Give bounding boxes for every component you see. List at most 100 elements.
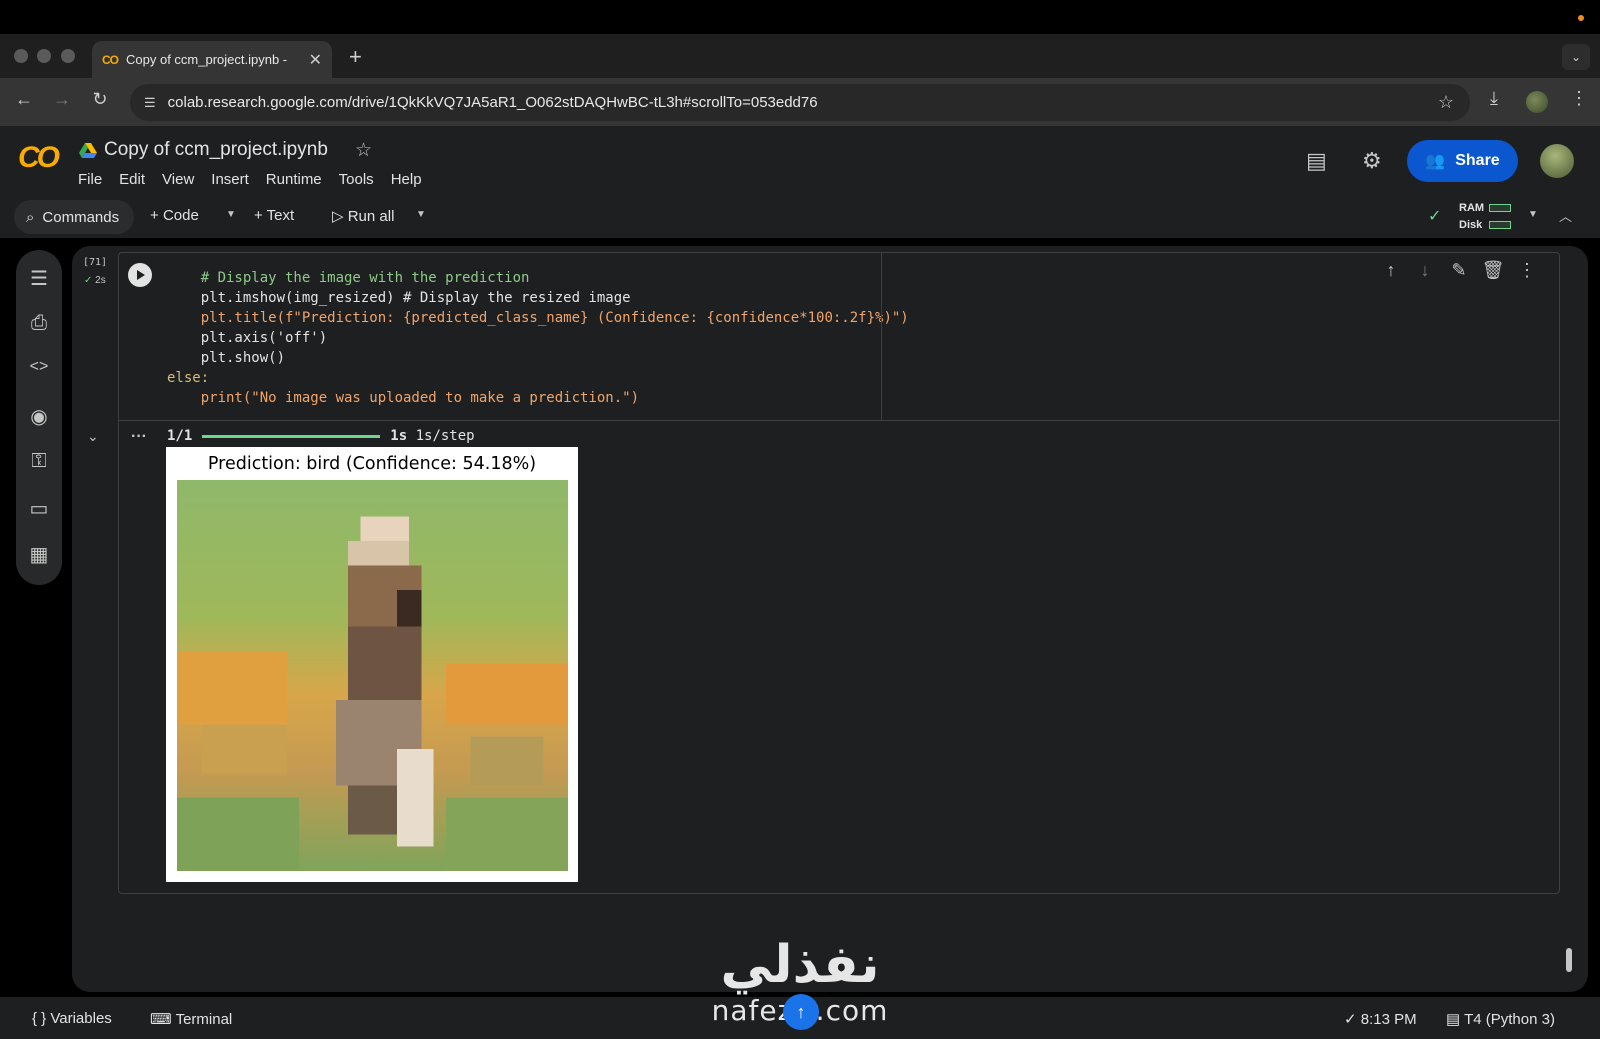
menu-insert[interactable]: Insert xyxy=(211,171,249,188)
output-actions-icon[interactable]: ··· xyxy=(131,428,147,446)
run-all-label: Run all xyxy=(347,208,395,225)
browser-profile-avatar[interactable] xyxy=(1526,91,1548,113)
move-cell-up-icon[interactable]: ↑ xyxy=(1379,260,1403,281)
disk-label: Disk xyxy=(1459,219,1483,231)
share-label: Share xyxy=(1455,152,1500,169)
run-all-dropdown-icon[interactable]: ▼ xyxy=(416,209,426,220)
disk-usage-bar[interactable] xyxy=(1489,221,1511,229)
commands-button[interactable]: ⌕ Commands xyxy=(14,200,134,234)
table-of-contents-icon[interactable]: ☰ xyxy=(16,266,62,291)
notebook-scrollbar[interactable] xyxy=(1566,948,1572,972)
collapse-output-icon[interactable]: ⌄ xyxy=(87,428,99,445)
recording-indicator xyxy=(1578,15,1584,21)
star-notebook-icon[interactable]: ☆ xyxy=(355,139,372,162)
google-drive-icon xyxy=(79,143,97,158)
resources-dropdown-icon[interactable]: ▼ xyxy=(1528,209,1538,220)
add-code-button[interactable]: + Code xyxy=(150,207,199,224)
site-settings-icon[interactable]: ☰ xyxy=(144,95,156,111)
key-icon[interactable]: ⚿ xyxy=(16,450,62,473)
people-icon: 👥 xyxy=(1425,153,1446,170)
last-run-time: 8:13 PM xyxy=(1360,1011,1417,1028)
find-replace-icon[interactable]: ⎙ xyxy=(16,312,62,335)
ram-label: RAM xyxy=(1459,202,1485,214)
add-text-label: Text xyxy=(266,207,295,224)
cell-more-icon[interactable]: ⋮ xyxy=(1515,260,1539,281)
menu-file[interactable]: File xyxy=(78,171,102,188)
window-zoom-button[interactable] xyxy=(61,49,75,63)
execution-count: [71] xyxy=(83,257,108,268)
ram-usage-bar[interactable] xyxy=(1489,204,1511,212)
runtime-status[interactable]: ▤ T4 (Python 3) xyxy=(1446,1010,1555,1028)
colab-logo[interactable]: CO xyxy=(18,141,60,175)
commands-label: Commands xyxy=(42,208,120,226)
variables-icon: { } xyxy=(32,1010,47,1027)
colab-favicon-icon: CO xyxy=(102,52,119,67)
os-menu-bar xyxy=(0,0,1600,34)
window-minimize-button[interactable] xyxy=(37,49,51,63)
code-snippets-icon[interactable]: <> xyxy=(16,358,62,376)
code-line-5: plt.show() xyxy=(167,350,286,366)
files-folder-icon[interactable]: ▭ xyxy=(16,496,62,521)
search-icon: ⌕ xyxy=(26,208,35,226)
progress-rate: 1s/step xyxy=(415,428,475,444)
address-bar[interactable]: ☰ colab.research.google.com/drive/1QkKkV… xyxy=(130,84,1470,121)
browser-tab[interactable]: CO Copy of ccm_project.ipynb - ✕ xyxy=(92,41,332,78)
terminal-icon: ⌨ xyxy=(150,1011,172,1028)
menu-bar: File Edit View Insert Runtime Tools Help xyxy=(78,171,439,188)
menu-runtime[interactable]: Runtime xyxy=(266,171,322,188)
collapse-header-icon[interactable]: ︿ xyxy=(1559,206,1572,225)
data-table-icon[interactable]: ▦ xyxy=(16,542,62,567)
last-run-status[interactable]: ✓ 8:13 PM xyxy=(1344,1010,1417,1028)
progress-time: 1s xyxy=(390,428,408,444)
code-line-4: plt.axis('off') xyxy=(167,330,328,346)
share-button[interactable]: 👥 Share xyxy=(1407,140,1518,182)
delete-cell-icon[interactable]: 🗑 xyxy=(1481,260,1505,281)
reload-icon[interactable]: ↻ xyxy=(88,89,112,110)
tab-search-button[interactable]: ⌄ xyxy=(1562,44,1590,70)
secrets-eye-icon[interactable]: ◉ xyxy=(16,404,62,429)
add-code-dropdown-icon[interactable]: ▼ xyxy=(226,209,236,220)
terminal-button[interactable]: ⌨ Terminal xyxy=(150,1010,232,1028)
run-cell-button[interactable] xyxy=(128,263,152,287)
code-line-7: print("No image was uploaded to make a p… xyxy=(167,390,640,406)
move-cell-down-icon[interactable]: ↓ xyxy=(1413,260,1437,281)
menu-view[interactable]: View xyxy=(162,171,194,188)
notebook-title[interactable]: Copy of ccm_project.ipynb xyxy=(104,139,328,161)
code-ruler xyxy=(881,253,882,420)
done-check-icon: ✓ xyxy=(1344,1011,1357,1028)
download-icon[interactable]: ⤓ xyxy=(1490,88,1498,109)
browser-menu-icon[interactable]: ⋮ xyxy=(1570,88,1588,109)
execution-time: ✓ 2s xyxy=(84,275,106,286)
progress-step: 1/1 xyxy=(167,428,193,444)
forward-icon[interactable]: → xyxy=(50,89,74,110)
code-line-2: plt.imshow(img_resized) # Display the re… xyxy=(167,290,631,306)
settings-gear-icon[interactable]: ⚙ xyxy=(1362,148,1382,174)
account-avatar[interactable] xyxy=(1540,144,1574,178)
bookmark-star-icon[interactable]: ☆ xyxy=(1438,92,1454,113)
server-icon: ▤ xyxy=(1446,1011,1461,1028)
menu-tools[interactable]: Tools xyxy=(339,171,374,188)
execution-time-label: 2s xyxy=(95,275,106,286)
run-all-button[interactable]: ▷ Run all xyxy=(332,207,394,225)
comments-icon[interactable]: ▤ xyxy=(1306,148,1327,174)
url-text[interactable]: colab.research.google.com/drive/1QkKkVQ7… xyxy=(168,94,1438,111)
variables-button[interactable]: { } Variables xyxy=(32,1010,112,1027)
tab-close-icon[interactable]: ✕ xyxy=(309,50,322,70)
progress-bar-fill xyxy=(202,434,381,438)
tab-title: Copy of ccm_project.ipynb - xyxy=(126,52,288,67)
window-close-button[interactable] xyxy=(14,49,28,63)
prediction-plot: Prediction: bird (Confidence: 54.18%) xyxy=(166,447,578,882)
menu-help[interactable]: Help xyxy=(391,171,422,188)
code-editor[interactable]: # Display the image with the prediction … xyxy=(167,268,909,418)
scroll-to-top-icon[interactable]: ↑ xyxy=(783,994,819,1030)
back-icon[interactable]: ← xyxy=(12,89,36,110)
edit-cell-icon[interactable]: ✎ xyxy=(1447,260,1471,281)
predicted-image xyxy=(177,480,568,871)
training-progress: 1/1 1s 1s/step xyxy=(167,428,475,444)
new-tab-button[interactable]: + xyxy=(349,44,362,70)
menu-edit[interactable]: Edit xyxy=(119,171,145,188)
add-text-button[interactable]: + Text xyxy=(254,207,294,224)
watermark-arabic: نفذلي xyxy=(720,935,880,995)
code-line-1: # Display the image with the prediction xyxy=(167,270,530,286)
output-separator xyxy=(119,420,1559,421)
